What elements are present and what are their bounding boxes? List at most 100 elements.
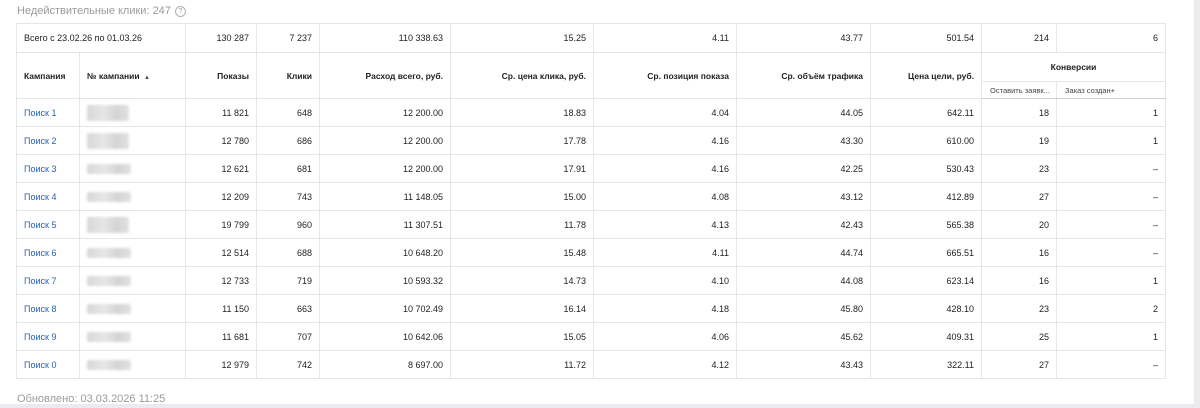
column-header-conversions[interactable]: Конверсии [981,52,1167,82]
cell-avg-cpc: 14.73 [450,266,595,295]
cell-clicks: 648 [256,98,321,127]
cell-avg-cpc: 17.78 [450,126,595,155]
cell-campaign: Поиск 5 [16,210,80,239]
cell-clicks: 686 [256,126,321,155]
cell-traffic-volume: 44.08 [736,266,872,295]
column-header-goal-price[interactable]: Цена цели, руб. [870,52,983,99]
cell-conv-order-created: – [1056,350,1167,379]
cell-avg-position: 4.18 [593,294,738,323]
cell-conv-order-created: – [1056,182,1167,211]
cell-campaign-no [78,210,187,239]
column-header-campaign[interactable]: Кампания [16,52,80,99]
table-row: Поиск 6 12 514 688 10 648.20 15.48 4.11 44.74 6… [16,238,1167,267]
cell-clicks: 688 [256,238,321,267]
cell-traffic-volume: 43.30 [736,126,872,155]
cell-conv-leave-request: 27 [981,350,1058,379]
cell-avg-position: 4.10 [593,266,738,295]
totals-spend: 110 338.63 [319,23,452,53]
cell-spend: 12 200.00 [319,126,452,155]
redacted-campaign-id [87,132,129,149]
column-header-traffic-volume[interactable]: Ср. объём трафика [736,52,872,99]
cell-campaign: Поиск 6 [16,238,80,267]
cell-campaign-no [78,322,187,351]
cell-conv-leave-request: 19 [981,126,1058,155]
cell-conv-leave-request: 27 [981,182,1058,211]
cell-goal-price: 623.14 [870,266,983,295]
redacted-campaign-id [87,331,131,342]
column-header-campaign-label: Кампания [24,70,66,81]
column-header-conv-leave-request[interactable]: Оставить заявк... [981,81,1058,99]
cell-goal-price: 428.10 [870,294,983,323]
cell-clicks: 681 [256,154,321,183]
cell-avg-cpc: 17.91 [450,154,595,183]
help-icon[interactable]: ? [174,5,186,17]
cell-traffic-volume: 44.05 [736,98,872,127]
campaign-link[interactable]: Поиск 7 [24,276,56,286]
sort-ascending-icon[interactable]: ▲ [144,75,150,81]
table-row: Поиск 1 11 821 648 12 200.00 18.83 4.04 44.05 6… [16,98,1167,127]
redacted-campaign-id [87,216,129,233]
cell-spend: 11 307.51 [319,210,452,239]
table-row: Поиск 8 11 150 663 10 702.49 16.14 4.18 45.80 4… [16,294,1167,323]
cell-campaign: Поиск 2 [16,126,80,155]
column-header-spend[interactable]: Расход всего, руб. [319,52,452,99]
cell-avg-position: 4.11 [593,238,738,267]
cell-spend: 8 697.00 [319,350,452,379]
campaign-link[interactable]: Поиск 2 [24,136,56,146]
cell-campaign: Поиск 4 [16,182,80,211]
cell-impressions: 12 621 [185,154,258,183]
cell-traffic-volume: 45.62 [736,322,872,351]
cell-impressions: 12 733 [185,266,258,295]
campaign-link[interactable]: Поиск 1 [24,108,56,118]
cell-conv-leave-request: 25 [981,322,1058,351]
campaign-link[interactable]: Поиск 4 [24,192,56,202]
page-scroll-gutter [1194,0,1200,408]
cell-clicks: 960 [256,210,321,239]
column-header-impressions[interactable]: Показы [185,52,258,99]
totals-avg-cpc: 15.25 [450,23,595,53]
column-header-clicks[interactable]: Клики [256,52,321,99]
campaign-link[interactable]: Поиск 3 [24,164,56,174]
campaign-link[interactable]: Поиск 8 [24,304,56,314]
cell-conv-order-created: 1 [1056,126,1167,155]
cell-clicks: 663 [256,294,321,323]
redacted-campaign-id [87,104,129,121]
cell-campaign-no [78,126,187,155]
column-header-avg-position[interactable]: Ср. позиция показа [593,52,738,99]
cell-conv-order-created: – [1056,154,1167,183]
cell-avg-cpc: 18.83 [450,98,595,127]
cell-goal-price: 412.89 [870,182,983,211]
totals-row: Всего с 23.02.26 по 01.03.26 130 287 7 2… [15,23,1167,53]
cell-traffic-volume: 43.12 [736,182,872,211]
cell-conv-leave-request: 16 [981,238,1058,267]
campaign-link[interactable]: Поиск 5 [24,220,56,230]
redacted-campaign-id [87,303,131,314]
cell-avg-cpc: 15.00 [450,182,595,211]
cell-campaign: Поиск 1 [16,98,80,127]
totals-conv-leave-request: 214 [981,23,1058,53]
column-header-avg-cpc[interactable]: Ср. цена клика, руб. [450,52,595,99]
cell-campaign: Поиск 0 [16,350,80,379]
campaign-link[interactable]: Поиск 0 [24,360,56,370]
campaign-link[interactable]: Поиск 9 [24,332,56,342]
cell-conv-leave-request: 16 [981,266,1058,295]
campaign-link[interactable]: Поиск 6 [24,248,56,258]
column-header-campaign-no[interactable]: № кампании ▲ [78,52,187,99]
cell-impressions: 12 979 [185,350,258,379]
cell-impressions: 12 209 [185,182,258,211]
cell-campaign: Поиск 9 [16,322,80,351]
totals-clicks: 7 237 [256,23,321,53]
cell-conv-order-created: 2 [1056,294,1167,323]
cell-avg-cpc: 11.72 [450,350,595,379]
cell-conv-order-created: 1 [1056,98,1167,127]
cell-spend: 10 642.06 [319,322,452,351]
cell-impressions: 12 514 [185,238,258,267]
redacted-campaign-id [87,359,131,370]
totals-conv-order-created: 6 [1056,23,1167,53]
cell-campaign-no [78,98,187,127]
cell-conv-order-created: 1 [1056,322,1167,351]
cell-goal-price: 665.51 [870,238,983,267]
cell-goal-price: 642.11 [870,98,983,127]
cell-goal-price: 610.00 [870,126,983,155]
column-header-conv-order-created[interactable]: Заказ создан+ [1056,81,1167,99]
